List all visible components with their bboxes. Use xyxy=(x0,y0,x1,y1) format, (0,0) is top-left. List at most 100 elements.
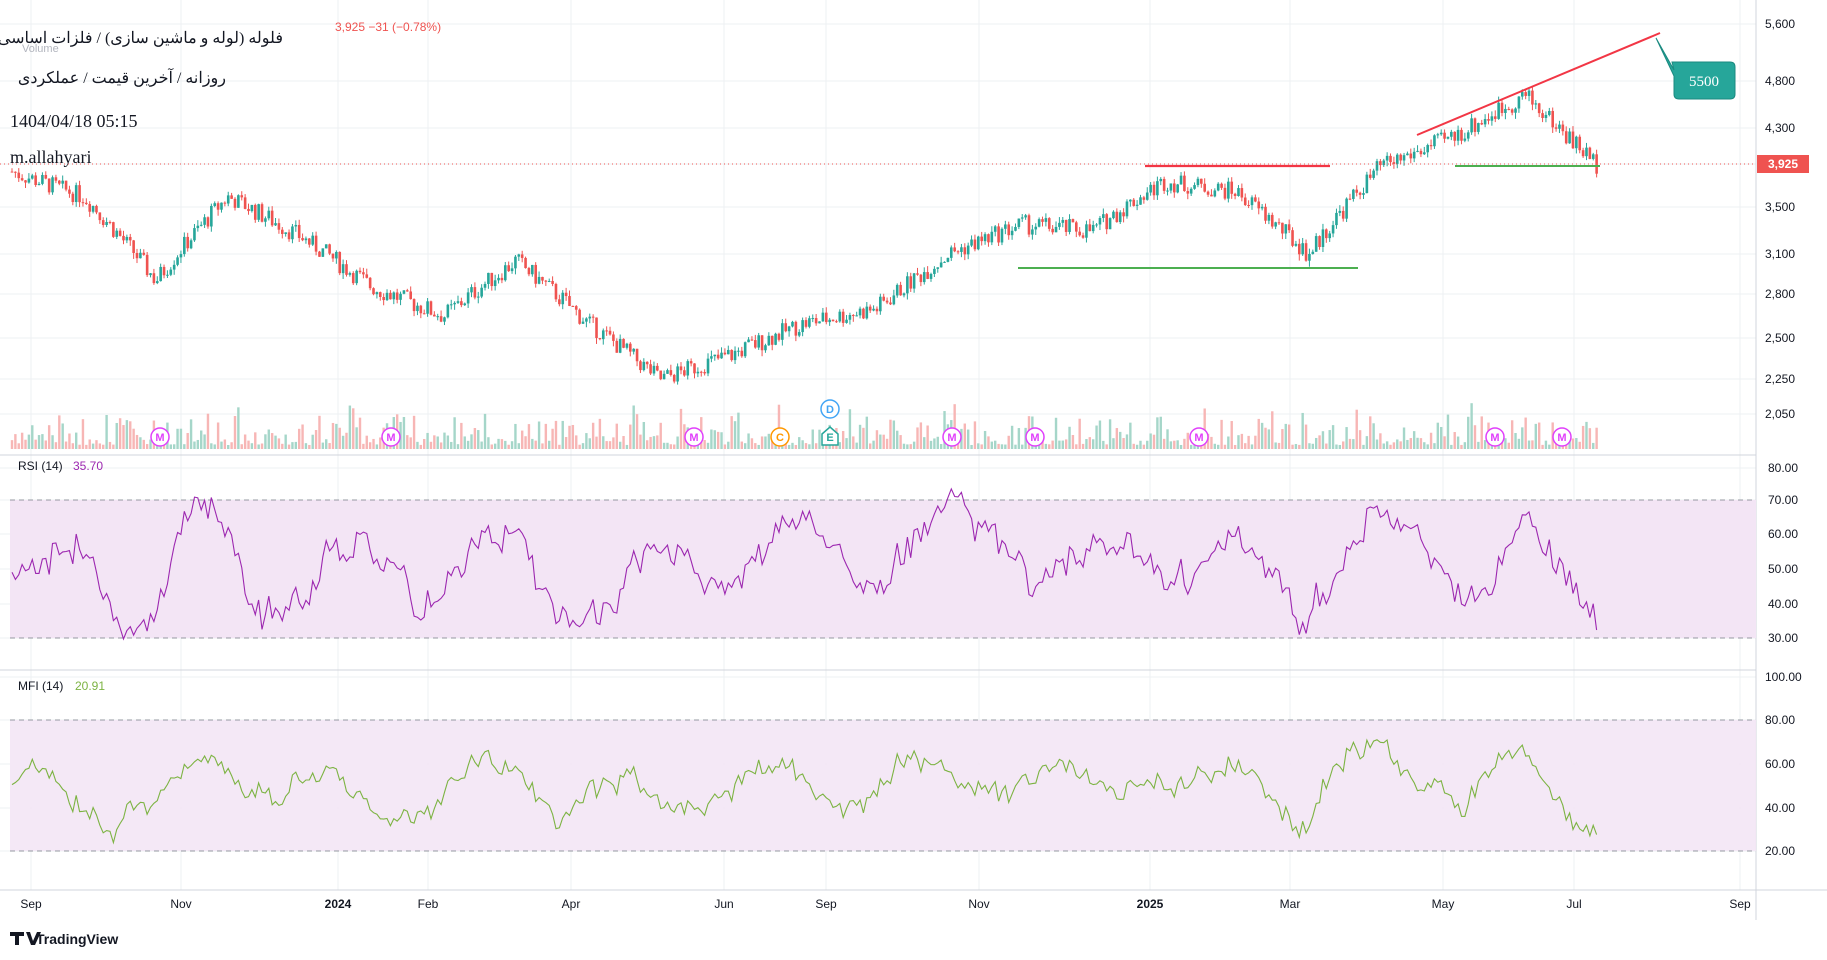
event-marker[interactable]: M xyxy=(150,427,170,447)
event-marker-label: M xyxy=(947,432,956,444)
candle-body xyxy=(365,274,369,278)
candle-body xyxy=(291,226,294,240)
candle-body xyxy=(733,350,737,361)
candle-body xyxy=(892,295,896,305)
volume-bar xyxy=(142,439,145,449)
candle-body xyxy=(1517,96,1521,109)
candle-body xyxy=(710,356,713,359)
candle-body xyxy=(331,253,335,259)
volume-bar xyxy=(1058,440,1061,449)
candle-body xyxy=(865,306,869,319)
volume-bar xyxy=(520,430,524,449)
event-marker[interactable]: M xyxy=(942,427,962,447)
event-marker[interactable]: C xyxy=(770,427,790,447)
candle-body xyxy=(632,348,635,352)
candle-body xyxy=(1531,90,1534,105)
volume-bar xyxy=(254,432,257,449)
candle-body xyxy=(78,185,81,203)
volume-bar xyxy=(186,433,189,449)
volume-bar xyxy=(1119,431,1122,449)
rising-trend-line[interactable] xyxy=(1416,32,1661,136)
candle-body xyxy=(1047,218,1051,229)
candle-body xyxy=(216,203,220,210)
volume-bar xyxy=(852,436,855,449)
volume-bar xyxy=(348,405,352,449)
volume-bar xyxy=(1521,427,1524,449)
candle-body xyxy=(848,315,852,320)
volume-bar xyxy=(1450,444,1453,449)
candle-body xyxy=(1254,197,1257,202)
time-tick-label: Nov xyxy=(170,897,191,911)
price-axis[interactable]: 5,600 4,800 4,300 3,500 3,100 2,800 2,500 2,250… xyxy=(1765,17,1795,421)
candle-body xyxy=(416,305,419,312)
chart-canvas[interactable]: 5500 5,600 4,800 4,300 3,500 3,100 2,800 2,500… xyxy=(0,0,1827,960)
candle-body xyxy=(487,272,490,284)
volume-bar xyxy=(51,435,54,449)
price-tick-label: 5,600 xyxy=(1765,17,1795,31)
candle-body xyxy=(1500,102,1504,113)
volume-bar xyxy=(747,433,750,449)
candle-body xyxy=(351,273,355,284)
event-marker[interactable]: M xyxy=(1189,427,1209,447)
candle-body xyxy=(1081,235,1085,238)
candle-body xyxy=(814,318,818,324)
volume-bar xyxy=(1544,440,1548,449)
volume-bar xyxy=(1402,427,1406,449)
volume-bar xyxy=(564,437,568,449)
volume-bar xyxy=(1044,443,1048,449)
candle-body xyxy=(1527,90,1531,96)
candle-body xyxy=(1129,199,1132,202)
price-tick-label: 4,300 xyxy=(1765,121,1795,135)
time-axis[interactable]: Sep Nov 2024 Feb Apr Jun Sep Nov 2025 Mar May Jul Se… xyxy=(20,897,1751,911)
volume-bar xyxy=(200,430,203,449)
volume-bar xyxy=(635,414,639,449)
candle-body xyxy=(493,280,497,287)
event-marker[interactable]: M xyxy=(381,427,401,447)
volume-bar xyxy=(1284,423,1287,449)
candle-body xyxy=(470,287,473,293)
volume-bar xyxy=(206,413,210,449)
rsi-axis[interactable]: 80.00 70.00 60.00 50.00 40.00 30.00 xyxy=(1768,461,1798,645)
volume-bar xyxy=(1176,440,1179,449)
event-marker[interactable]: M xyxy=(684,427,704,447)
target-callout[interactable]: 5500 xyxy=(1655,37,1736,100)
volume-bar xyxy=(308,444,311,449)
candle-body xyxy=(155,281,159,284)
candle-body xyxy=(436,316,440,318)
volume-bar xyxy=(1223,444,1227,449)
candle-body xyxy=(1162,178,1166,191)
mfi-axis[interactable]: 100.00 80.00 60.00 40.00 20.00 xyxy=(1765,670,1802,858)
volume-bar xyxy=(1338,444,1342,449)
event-marker[interactable]: M xyxy=(1552,427,1572,447)
event-marker[interactable]: D xyxy=(820,399,840,419)
candle-body xyxy=(338,251,342,274)
event-marker[interactable]: M xyxy=(1025,427,1045,447)
volume-bar xyxy=(855,442,858,449)
candle-body xyxy=(500,277,504,281)
candle-body xyxy=(977,236,980,250)
volume-bar xyxy=(1021,444,1024,449)
candle-body xyxy=(81,202,85,204)
candle-body xyxy=(122,235,125,241)
event-marker[interactable]: M xyxy=(1485,427,1505,447)
volume-bar xyxy=(1146,440,1149,449)
candle-body xyxy=(1325,229,1328,239)
candle-body xyxy=(1247,204,1250,206)
volume-bar xyxy=(213,444,216,449)
volume-bar xyxy=(794,444,798,449)
candle-body xyxy=(1409,153,1413,159)
volume-bar xyxy=(497,438,500,449)
candle-body xyxy=(1085,224,1088,238)
tradingview-logo[interactable]: TradingView xyxy=(10,931,118,947)
candle-body xyxy=(233,198,237,208)
chart-subtitle: روزانه / آخرین قیمت / عملکردی xyxy=(18,67,226,87)
volume-bar xyxy=(1429,432,1433,449)
candle-body xyxy=(933,268,936,274)
volume-bar xyxy=(581,443,585,449)
candle-body xyxy=(1230,181,1234,194)
volume-bar xyxy=(450,441,453,449)
chart-datetime: 1404/04/18 05:15 xyxy=(10,111,138,131)
volume-bar xyxy=(801,440,804,449)
candle-body xyxy=(726,349,730,355)
target-callout-label: 5500 xyxy=(1689,74,1719,90)
